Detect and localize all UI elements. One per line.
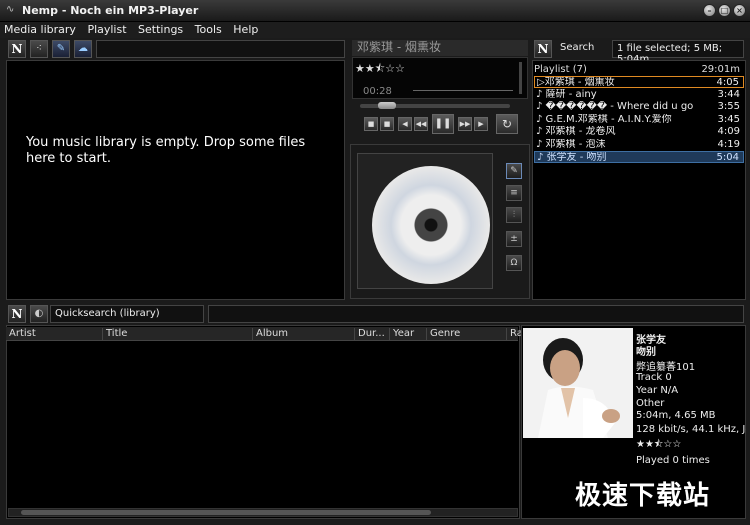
menu-tools[interactable]: Tools [191,22,226,36]
playlist-item[interactable]: ♪ 邓紫棋 - 泡沫 4:19 [534,139,744,151]
playlist-item-title: ▷邓紫琪 - 烟熏妆 [537,77,615,88]
playlist-search-label[interactable]: Search [556,40,608,58]
playlist-item[interactable]: ▷邓紫琪 - 烟熏妆 4:05 [534,76,744,88]
seek-knob[interactable] [378,102,396,109]
playlist-item-duration: 5:04 [716,152,739,163]
menu-bar: Media library Playlist Settings Tools He… [0,22,750,38]
detail-bitrate: 128 kbit/s, 44.1 kHz, Joint-S [636,424,746,435]
playlist-header: Playlist (7) 29:01m [534,64,744,75]
playlist-item-title: ♪ 薩研 - ainy [536,88,597,100]
column-artist[interactable]: Artist [6,328,36,341]
menu-media-library[interactable]: Media library [0,22,80,36]
album-art-image [523,328,633,438]
player-rating-stars[interactable]: ★★⯪☆☆ [355,60,405,79]
next-button[interactable]: ▶ [474,117,488,131]
library-filter-field[interactable] [96,40,345,58]
seek-bar[interactable] [360,102,510,109]
forward-button[interactable]: ▶▶ [458,117,472,131]
detail-title: 吻别 [636,347,656,358]
playlist-item[interactable]: ♪ G.E.M.邓紫棋 - A.I.N.Y.爱你 3:45 [534,114,744,126]
playlist-item-title: ♪ 张学友 - 吻别 [537,152,607,163]
library-browse-panel[interactable] [6,60,345,300]
cover-view-icon[interactable]: ✎ [506,163,522,179]
detail-album: 弊追纂萫101 [636,362,696,373]
spectrum-line [413,90,513,91]
playlist-item-duration: 3:55 [717,101,740,112]
playlist-selection-info: 1 file selected; 5 MB; 5:04m [612,40,744,65]
column-duration[interactable]: Dur... [354,328,385,341]
cd-case [357,153,493,289]
playlist-item[interactable]: ♪ ������ - Where did u go 3:55 [534,101,744,113]
wave-icon: ∿ [6,4,15,15]
watermark-logo: 极速下载站 [575,481,711,511]
playlist-item-duration: 4:05 [716,77,739,88]
detail-played-count: Played 0 times [636,455,710,466]
detail-size: 5:04m, 4.65 MB [636,410,716,421]
playlist-item-title: ♪ 邓紫棋 - 龙卷风 [536,126,616,137]
edit-icon[interactable]: ✎ [52,40,70,58]
minimize-button[interactable]: – [703,4,716,17]
horizontal-scrollbar[interactable] [8,508,518,517]
playlist-item[interactable]: ♪ 薩研 - ainy 3:44 [534,89,744,101]
menu-settings[interactable]: Settings [134,22,187,36]
library-menu-button[interactable]: N [8,40,26,58]
window-title: Nemp - Noch ein MP3-Player [22,4,199,17]
menu-playlist[interactable]: Playlist [83,22,130,36]
quicksearch-input[interactable]: Quicksearch (library) [50,305,204,323]
column-title[interactable]: Title [102,328,127,341]
tree-view-icon[interactable]: ⁖ [30,40,48,58]
scrollbar-thumb[interactable] [21,510,431,515]
detail-genre: Other [636,398,665,409]
column-year[interactable]: Year [389,328,414,341]
menu-help[interactable]: Help [229,22,262,36]
headphones-icon[interactable]: Ω [506,255,522,271]
cd-icon [372,166,490,284]
cloud-icon[interactable]: ☁ [74,40,92,58]
playlist-total-duration: 29:01m [701,64,740,75]
lyrics-icon[interactable]: ≡ [506,185,522,201]
cover-art-panel: ✎ ≡ ⫶ ± Ω [350,144,530,299]
quicksearch-field[interactable] [208,305,744,323]
playlist-menu-button[interactable]: N [534,40,552,58]
volume-bar[interactable] [519,62,522,94]
detail-rating-stars[interactable]: ★★⯪☆☆ [636,437,681,454]
playlist-item-title: ♪ 邓紫棋 - 泡沫 [536,138,606,150]
library-table[interactable] [6,325,520,519]
visualization-area: ★★⯪☆☆ 00:28 [352,57,528,99]
rewind-button[interactable]: ◀◀ [414,117,428,131]
stop-button[interactable]: ■ [380,117,394,131]
detail-year: Year N/A [636,385,679,396]
current-track-title: 邓紫琪 - 烟熏妆 [352,40,528,56]
table-header: Artist Title Album Dur... Year Genre Ra [6,327,523,341]
playlist-item[interactable]: ♪ 张学友 - 吻别 5:04 [534,151,744,163]
column-album[interactable]: Album [252,328,288,341]
repeat-button[interactable]: ↻ [496,114,518,134]
album-art [523,328,633,438]
playlist-item-duration: 4:09 [717,126,740,137]
history-icon[interactable]: ◐ [30,305,48,323]
playlist-item-title: ♪ ������ - Where did u go [536,101,694,112]
title-bar: ∿ Nemp - Noch ein MP3-Player – □ × [0,0,750,22]
close-button[interactable]: × [733,4,746,17]
pause-button[interactable]: ❚❚ [432,114,454,134]
column-genre[interactable]: Genre [426,328,460,341]
previous-button[interactable]: ◀ [398,117,412,131]
quicksearch-menu-button[interactable]: N [8,305,26,323]
playlist-item-duration: 4:19 [717,138,740,150]
pause-small-button[interactable]: ■ [364,117,378,131]
effects-icon[interactable]: ± [506,231,522,247]
detail-track: Track 0 [636,372,672,383]
playlist-item-title: ♪ G.E.M.邓紫棋 - A.I.N.Y.爱你 [536,113,672,125]
playlist-item-duration: 3:44 [717,88,740,100]
elapsed-time: 00:28 [363,86,392,97]
maximize-button[interactable]: □ [718,4,731,17]
playlist-item[interactable]: ♪ 邓紫棋 - 龙卷风 4:09 [534,126,744,138]
empty-library-message: You music library is empty. Drop some fi… [26,135,306,166]
playlist-count: Playlist (7) [534,64,587,75]
playlist-item-duration: 3:45 [717,113,740,125]
equalizer-icon[interactable]: ⫶ [506,207,522,223]
